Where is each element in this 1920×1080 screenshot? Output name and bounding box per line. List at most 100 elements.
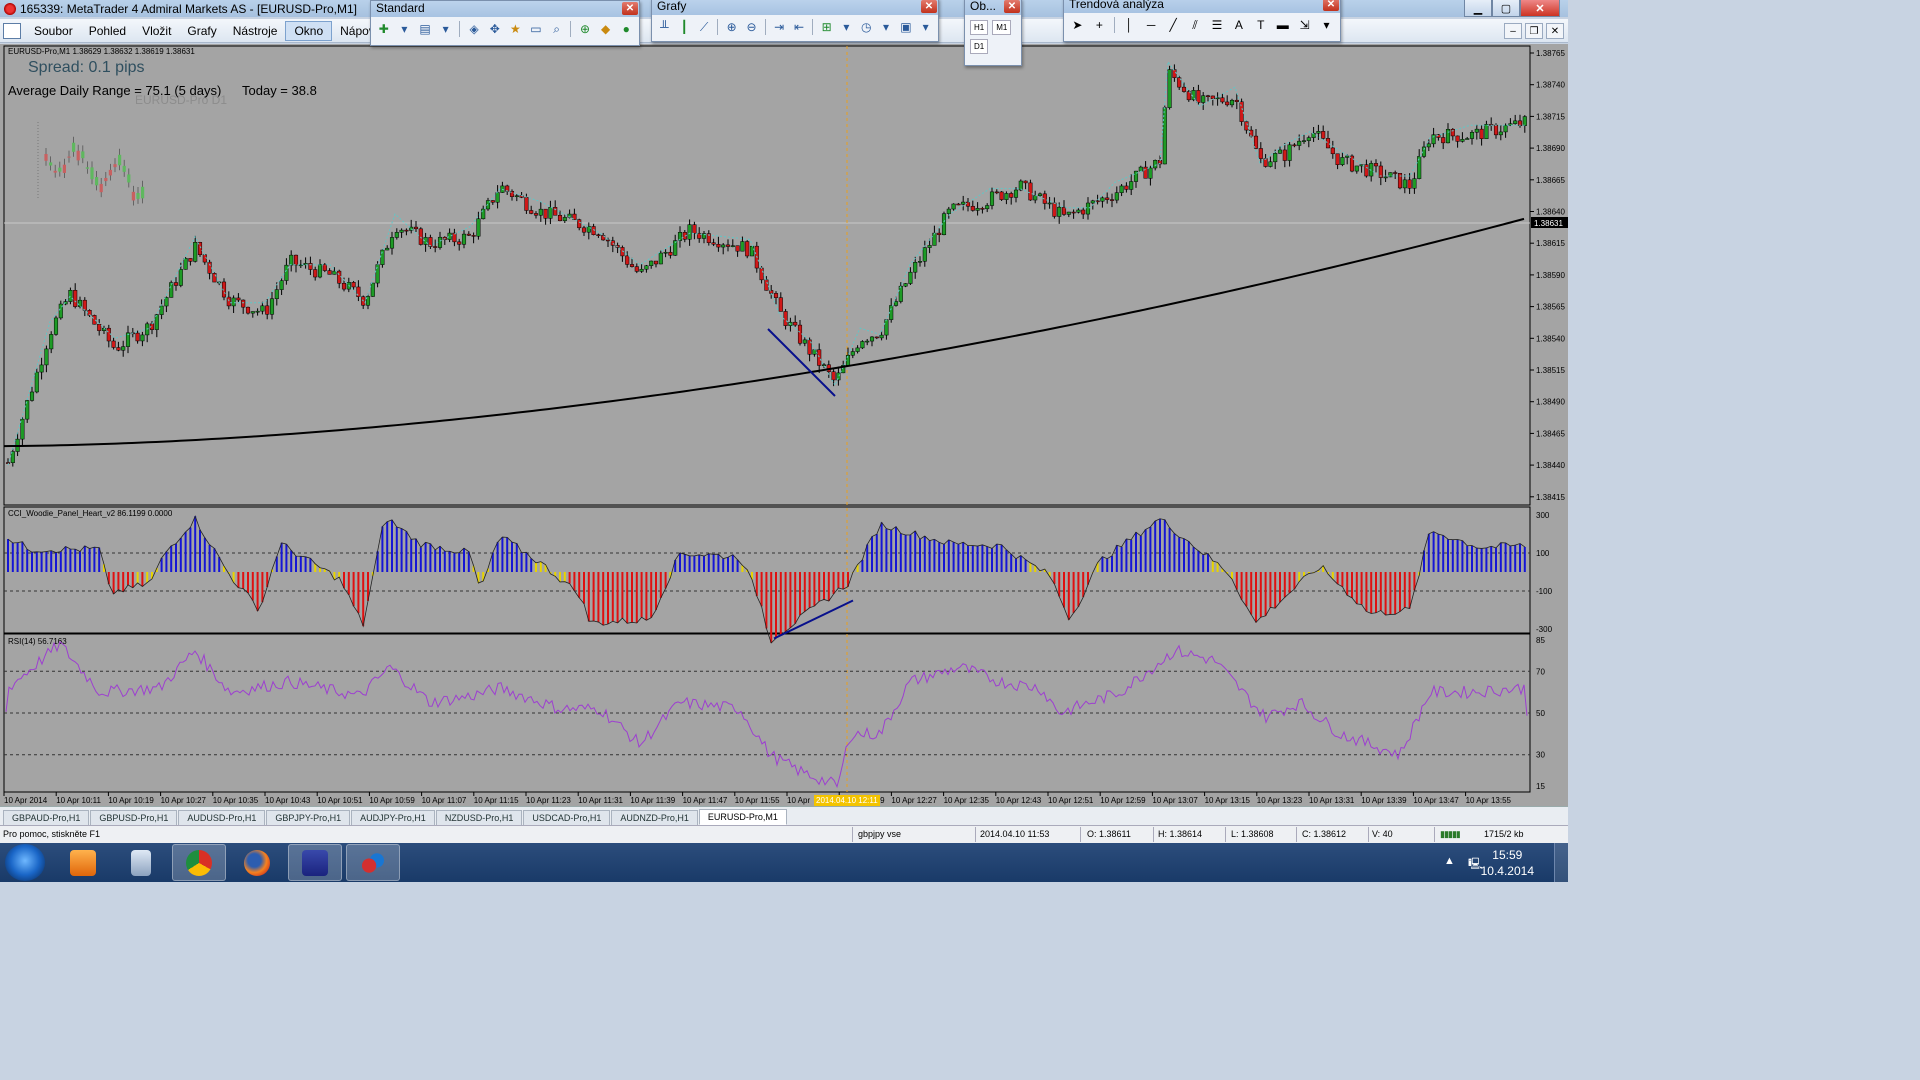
standard-toolbar-close[interactable]: ✕ (622, 2, 638, 15)
dropdown-icon[interactable]: ▾ (1317, 16, 1336, 34)
expert-advisors-icon[interactable]: ● (617, 20, 635, 38)
chart-tab-1[interactable]: GBPUSD-Pro,H1 (90, 810, 178, 825)
arrows-icon[interactable]: ⇲ (1295, 16, 1314, 34)
label-icon[interactable]: ▬ (1273, 16, 1292, 34)
chart-tab-5[interactable]: NZDUSD-Pro,H1 (435, 810, 523, 825)
time-axis-label: 10 Apr 10:59 (369, 796, 415, 805)
taskbar-firefox[interactable] (230, 844, 284, 881)
text-icon[interactable]: A (1229, 16, 1248, 34)
bear-candle (207, 261, 212, 274)
mini-chart-label: EURUSD-Pro D1 (135, 93, 227, 107)
bull-candle (1445, 128, 1451, 144)
timeframe-m1-button[interactable]: M1 (992, 20, 1012, 35)
dropdown-icon[interactable]: ▾ (878, 18, 895, 36)
time-axis-label: 10 Apr 10:51 (317, 796, 363, 805)
bull-candle (1383, 176, 1388, 179)
profiles-icon[interactable]: ▤ (416, 20, 434, 38)
mdi-restore-button[interactable]: ❐ (1525, 23, 1543, 39)
menu-item-4[interactable]: Nástroje (225, 22, 286, 40)
menu-item-2[interactable]: Vložit (134, 22, 179, 40)
maximize-button[interactable]: ▢ (1492, 0, 1520, 17)
windows-start-button[interactable] (5, 844, 45, 881)
taskbar-clock[interactable]: 15:59 10.4.2014 (1481, 847, 1534, 879)
line-chart-icon[interactable]: ⟋ (696, 18, 713, 36)
bull-candle (476, 218, 481, 237)
dropdown-icon[interactable]: ▾ (396, 20, 414, 38)
chart-tab-0[interactable]: GBPAUD-Pro,H1 (3, 810, 90, 825)
menu-item-0[interactable]: Soubor (26, 22, 81, 40)
bear-candle (1105, 197, 1110, 200)
chart-tab-8[interactable]: EURUSD-Pro,M1 (698, 809, 787, 825)
time-axis-label: 10 Apr 2014 (4, 796, 48, 805)
text-label-icon[interactable]: T (1251, 16, 1270, 34)
timeframe-h1-button[interactable]: H1 (970, 20, 989, 35)
navigator-icon[interactable]: ★ (507, 20, 525, 38)
periods-icon[interactable]: ◷ (858, 18, 875, 36)
templates-icon[interactable]: ▣ (897, 18, 914, 36)
time-axis-label: 10 Apr 10:11 (56, 796, 101, 805)
bull-candle (884, 319, 889, 336)
show-desktop-button[interactable] (1554, 843, 1568, 882)
time-axis-label: 10 Apr 13:15 (1205, 796, 1251, 805)
chart-tab-2[interactable]: AUDUSD-Pro,H1 (178, 810, 266, 825)
horizontal-line-icon[interactable]: ─ (1142, 16, 1161, 34)
trend-toolbar-close[interactable]: ✕ (1323, 0, 1339, 11)
chart-shift-icon[interactable]: ⇤ (791, 18, 808, 36)
close-button[interactable]: ✕ (1520, 0, 1560, 17)
taskbar-media-player[interactable] (56, 844, 110, 881)
trendline-icon[interactable]: ╱ (1164, 16, 1183, 34)
auto-scroll-icon[interactable]: ⇥ (771, 18, 788, 36)
bull-candle (941, 213, 947, 236)
charts-toolbar-close[interactable]: ✕ (921, 0, 937, 13)
taskbar-chrome[interactable] (172, 844, 226, 881)
minimize-button[interactable]: ▁ (1464, 0, 1492, 17)
bear-candle (778, 297, 783, 312)
equidistant-channel-icon[interactable]: ⫽ (1186, 16, 1205, 34)
menu-item-3[interactable]: Grafy (179, 22, 224, 40)
chart-canvas[interactable]: 1.38765 1.38740 1.38715 1.38690 1.38665 1.386… (0, 44, 1568, 806)
taskbar-save-app[interactable] (288, 844, 342, 881)
fibonacci-icon[interactable]: ☰ (1207, 16, 1226, 34)
chart-window[interactable]: 1.38765 1.38740 1.38715 1.38690 1.38665 1.386… (0, 44, 1568, 806)
menu-item-5[interactable]: Okno (285, 20, 333, 41)
cursor-icon[interactable]: ➤ (1068, 16, 1087, 34)
meta-editor-icon[interactable]: ◆ (597, 20, 615, 38)
tray-expand-icon[interactable]: ▲ (1444, 855, 1455, 867)
timeframe-d1-button[interactable]: D1 (970, 39, 989, 54)
taskbar-metatrader[interactable] (346, 844, 400, 881)
mdi-close-button[interactable]: ✕ (1546, 23, 1564, 39)
bear-candle (313, 269, 318, 278)
bull-candle (1148, 167, 1153, 179)
taskbar-calculator[interactable] (114, 844, 168, 881)
document-icon[interactable] (3, 22, 21, 39)
candlestick-icon[interactable]: ┃ (676, 18, 693, 36)
dropdown-icon[interactable]: ▾ (917, 18, 934, 36)
chart-tab-7[interactable]: AUDNZD-Pro,H1 (611, 810, 698, 825)
chart-tab-3[interactable]: GBPJPY-Pro,H1 (266, 810, 351, 825)
new-chart-icon[interactable]: ✚ (375, 20, 393, 38)
market-watch-icon[interactable]: ◈ (465, 20, 483, 38)
crosshair-icon[interactable]: + (1090, 16, 1109, 34)
bull-candle (1215, 97, 1220, 100)
menu-item-1[interactable]: Pohled (81, 22, 134, 40)
new-order-icon[interactable]: ⊕ (576, 20, 594, 38)
timeframe-toolbar-close[interactable]: ✕ (1004, 0, 1020, 13)
bull-candle (1306, 137, 1311, 141)
zoom-in-icon[interactable]: ⊕ (723, 18, 740, 36)
bull-candle (898, 285, 903, 302)
time-axis-label: 10 Apr 10:43 (265, 796, 311, 805)
zoom-out-icon[interactable]: ⊖ (743, 18, 760, 36)
data-window-icon[interactable]: ✥ (486, 20, 504, 38)
bear-candle (735, 245, 740, 252)
strategy-tester-icon[interactable]: ⌕ (548, 20, 566, 38)
indicators-icon[interactable]: ⊞ (818, 18, 835, 36)
dropdown-icon[interactable]: ▾ (838, 18, 855, 36)
terminal-icon[interactable]: ▭ (527, 20, 545, 38)
dropdown-icon[interactable]: ▾ (437, 20, 455, 38)
chart-tab-6[interactable]: USDCAD-Pro,H1 (523, 810, 611, 825)
status-profile[interactable]: gbpjpy vse (858, 829, 901, 839)
chart-tab-4[interactable]: AUDJPY-Pro,H1 (351, 810, 435, 825)
bar-chart-icon[interactable]: ╨ (656, 18, 673, 36)
vertical-line-icon[interactable]: │ (1120, 16, 1139, 34)
mdi-minimize-button[interactable]: – (1504, 23, 1522, 39)
